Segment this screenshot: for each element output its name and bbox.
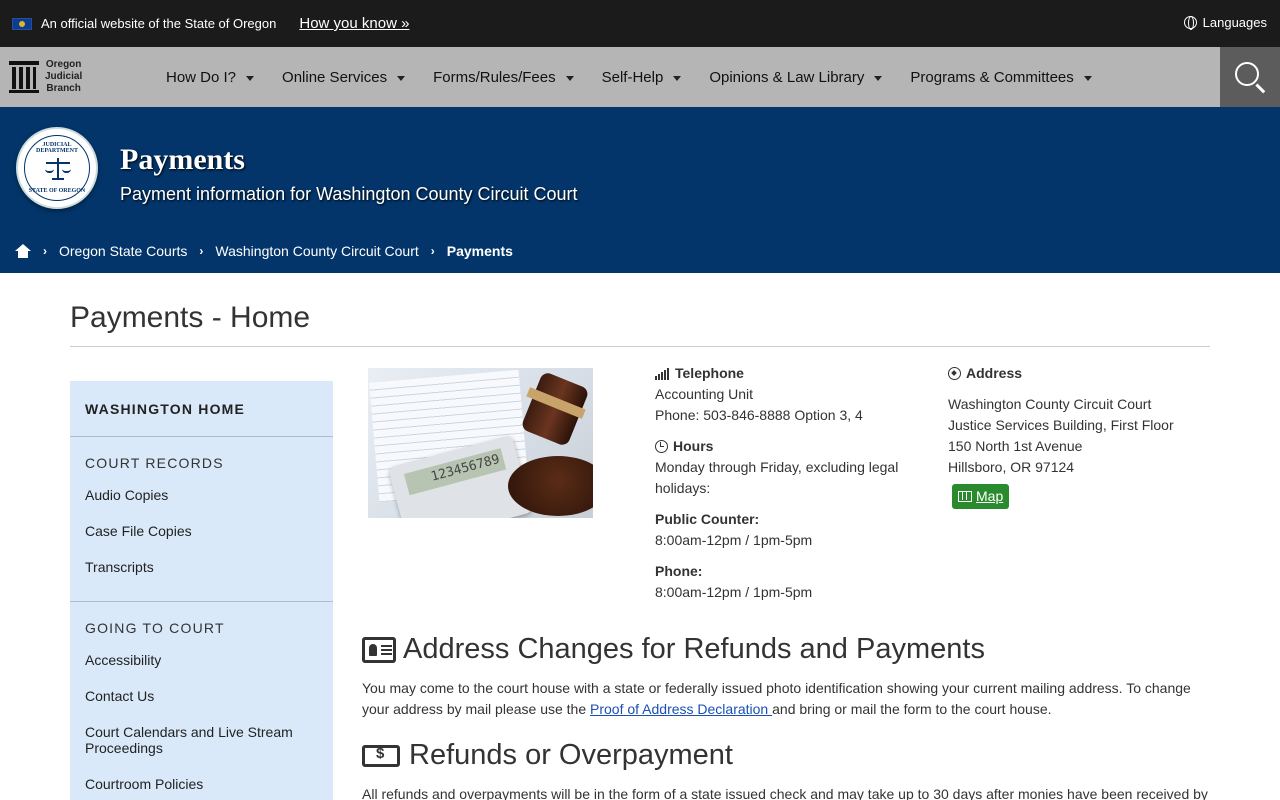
divider: [70, 346, 1210, 347]
breadcrumb-current: Payments: [446, 243, 513, 259]
breadcrumb: › Oregon State Courts › Washington Count…: [15, 243, 525, 259]
chevron-right-icon: ›: [199, 244, 204, 258]
page-banner: JUDICIAL DEPARTMENT STATE OF OREGON Paym…: [0, 107, 1280, 273]
breadcrumb-washington-county[interactable]: Washington County Circuit Court: [215, 243, 418, 259]
sidebar-section-title[interactable]: COURT RECORDS: [70, 455, 333, 471]
chevron-right-icon: ›: [43, 244, 47, 258]
home-icon[interactable]: [15, 244, 31, 258]
official-site-bar: An official website of the State of Oreg…: [0, 0, 1280, 47]
address-line: Hillsboro, OR 97124: [948, 459, 1075, 475]
address-changes-text: You may come to the court house with a s…: [362, 680, 1191, 717]
clock-icon: [655, 440, 668, 453]
sidebar-section-title[interactable]: GOING TO COURT: [70, 620, 333, 636]
logo-text: Oregon Judicial Branch: [45, 59, 83, 94]
search-icon: [1235, 62, 1259, 86]
hours-text: Monday through Friday, excluding legal h…: [655, 459, 899, 496]
caret-down-icon: [874, 75, 883, 81]
languages-label: Languages: [1202, 15, 1267, 30]
public-counter-label: Public Counter:: [655, 511, 760, 527]
breadcrumb-oregon-state-courts[interactable]: Oregon State Courts: [59, 243, 187, 259]
caret-down-icon: [246, 75, 255, 81]
chevron-right-icon: ›: [430, 244, 435, 258]
contact-info: Telephone Accounting Unit Phone: 503-846…: [655, 363, 925, 603]
sidebar-item-contact-us[interactable]: Contact Us: [70, 688, 333, 704]
sidebar-item-accessibility[interactable]: Accessibility: [70, 652, 333, 668]
languages-button[interactable]: Languages: [1183, 15, 1267, 30]
proof-of-address-link[interactable]: Proof of Address Declaration: [590, 701, 772, 717]
page-title: Payments - Home: [70, 301, 311, 334]
banner-title: Payments: [120, 143, 245, 176]
compass-icon: [948, 367, 961, 380]
refunds-text: All refunds and overpayments will be in …: [362, 786, 1208, 800]
caret-down-icon: [1083, 75, 1092, 81]
ojd-logo[interactable]: Oregon Judicial Branch: [0, 59, 150, 95]
nav-forms-rules-fees[interactable]: Forms/Rules/Fees: [433, 69, 574, 86]
banner-subtitle: Payment information for Washington Count…: [120, 184, 578, 204]
sidebar-item-transcripts[interactable]: Transcripts: [70, 559, 333, 575]
sidebar-item-case-file-copies[interactable]: Case File Copies: [70, 523, 333, 539]
nav-opinions-law-library[interactable]: Opinions & Law Library: [709, 69, 883, 86]
globe-icon: [1183, 16, 1197, 30]
address-line: Justice Services Building, First Floor: [948, 417, 1174, 433]
sidebar-item-audio-copies[interactable]: Audio Copies: [70, 487, 333, 503]
address-label: Address: [948, 363, 1210, 384]
official-site-text: An official website of the State of Oreg…: [41, 16, 277, 31]
caret-down-icon: [673, 75, 682, 81]
caret-down-icon: [565, 75, 574, 81]
phone-hours-label: Phone:: [655, 563, 703, 579]
map-button[interactable]: Map: [952, 484, 1010, 509]
sidebar: WASHINGTON HOME COURT RECORDS Audio Copi…: [70, 381, 333, 800]
courthouse-pillar-icon: [9, 61, 39, 93]
address-line: Washington County Circuit Court: [948, 396, 1152, 412]
how-you-know-link[interactable]: How you know »: [299, 15, 409, 32]
address-line: 150 North 1st Avenue: [948, 438, 1083, 454]
signal-icon: [655, 367, 670, 380]
nav-how-do-i[interactable]: How Do I?: [166, 69, 255, 86]
hours-label: Hours: [655, 436, 925, 457]
payments-photo: 123456789: [368, 368, 593, 518]
id-card-icon: [362, 636, 396, 663]
address-changes-heading: Address Changes for Refunds and Payments: [362, 633, 985, 666]
nav-programs-committees[interactable]: Programs & Committees: [910, 69, 1092, 86]
search-button[interactable]: [1220, 47, 1280, 107]
map-icon: [958, 491, 972, 502]
public-counter-hours: 8:00am-12pm / 1pm-5pm: [655, 532, 813, 548]
address-info: Address Washington County Circuit Court …: [948, 363, 1210, 509]
caret-down-icon: [397, 75, 406, 81]
nav-self-help[interactable]: Self-Help: [602, 69, 682, 86]
sidebar-section-court-records: COURT RECORDS Audio Copies Case File Cop…: [70, 437, 333, 602]
phone-hours: 8:00am-12pm / 1pm-5pm: [655, 584, 813, 600]
money-bill-icon: [362, 744, 400, 767]
telephone-label: Telephone: [655, 363, 925, 384]
main-navigation: Oregon Judicial Branch How Do I? Online …: [0, 47, 1280, 107]
sidebar-item-court-calendars[interactable]: Court Calendars and Live Stream Proceedi…: [70, 724, 333, 756]
sidebar-section-going-to-court: GOING TO COURT Accessibility Contact Us …: [70, 602, 333, 800]
scales-of-justice-icon: [45, 156, 71, 182]
judicial-department-seal: JUDICIAL DEPARTMENT STATE OF OREGON: [16, 127, 98, 209]
phone-number: Phone: 503-846-8888 Option 3, 4: [655, 407, 863, 423]
refunds-heading: Refunds or Overpayment: [362, 739, 733, 772]
oregon-flag-icon: [12, 17, 32, 30]
nav-online-services[interactable]: Online Services: [282, 69, 406, 86]
sidebar-item-washington-home[interactable]: WASHINGTON HOME: [70, 381, 333, 437]
accounting-unit: Accounting Unit: [655, 386, 754, 402]
sidebar-item-courtroom-policies[interactable]: Courtroom Policies: [70, 776, 333, 792]
